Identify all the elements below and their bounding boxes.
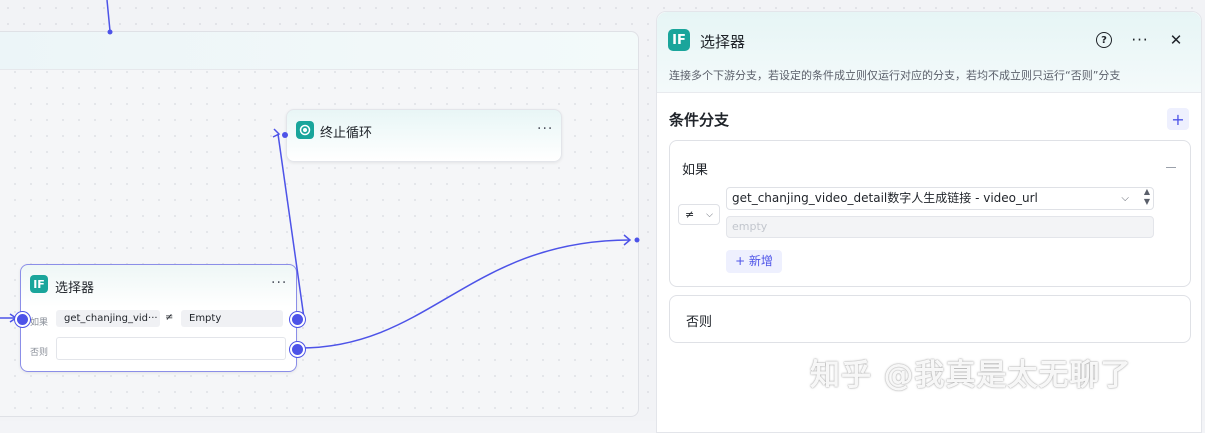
chevron-down-icon: ⌵ [706, 209, 713, 220]
else-branch-card: 否则 [669, 295, 1191, 343]
if-node[interactable]: IF 选择器 ··· 如果 get_chanjing_vid··· ≠ Empt… [20, 264, 297, 372]
if-icon: IF [30, 275, 48, 293]
add-condition-button[interactable]: + 新增 [726, 250, 782, 273]
else-branch-handle[interactable] [290, 342, 305, 357]
else-branch-label: 否则 [686, 315, 713, 330]
section-title: 条件分支 [669, 111, 730, 129]
operator-value: ≠ [684, 208, 695, 221]
if-branch-handle[interactable] [290, 312, 305, 327]
if-node-input-handle[interactable] [15, 312, 30, 327]
panel-description: 连接多个下游分支，若设定的条件成立则仅运行对应的分支，若均不成立则只运行“否则”… [669, 69, 1121, 82]
add-branch-button[interactable]: + [1167, 108, 1189, 130]
if-condition-value: Empty [181, 310, 283, 327]
if-node-more-icon[interactable]: ··· [271, 275, 287, 291]
help-button[interactable]: ? [1093, 29, 1115, 51]
panel-header: IF 选择器 ? ··· ✕ 连接多个下游分支，若设定的条件成立则仅运行对应的分… [657, 12, 1201, 93]
close-button[interactable]: ✕ [1165, 29, 1187, 51]
if-label: 如果 [30, 318, 49, 328]
if-branch-card: 如果 ≠ ⌵ get_chanjing_video_detail数字人生成链接 … [669, 140, 1191, 287]
variable-select[interactable]: get_chanjing_video_detail数字人生成链接 - video… [726, 187, 1154, 210]
loop-header [0, 32, 638, 70]
help-icon: ? [1096, 32, 1112, 48]
value-input[interactable]: empty [726, 216, 1154, 238]
else-box [56, 337, 286, 360]
stepper-icon[interactable]: ▲ ▼ [1140, 187, 1154, 210]
watermark: 知乎 @我真是太无聊了 [810, 358, 1132, 393]
else-label: 否则 [30, 348, 49, 358]
collapse-icon[interactable] [1166, 167, 1176, 168]
stop-node-more-icon[interactable]: ··· [537, 121, 553, 137]
more-button[interactable]: ··· [1129, 29, 1151, 51]
operator-select[interactable]: ≠ ⌵ [678, 204, 720, 225]
if-icon: IF [668, 29, 690, 51]
if-condition-operator: ≠ [165, 312, 174, 323]
if-node-title: 选择器 [55, 281, 95, 296]
stop-loop-node[interactable]: 终止循环 ··· [286, 109, 562, 162]
panel-title: 选择器 [700, 33, 746, 51]
if-branch-label: 如果 [682, 163, 709, 178]
variable-value: get_chanjing_video_detail数字人生成链接 - video… [732, 191, 1038, 205]
stop-loop-title: 终止循环 [320, 126, 373, 141]
stop-icon [296, 121, 314, 139]
chevron-down-icon: ⌵ [1121, 193, 1129, 204]
if-condition-variable: get_chanjing_vid··· [56, 310, 160, 327]
